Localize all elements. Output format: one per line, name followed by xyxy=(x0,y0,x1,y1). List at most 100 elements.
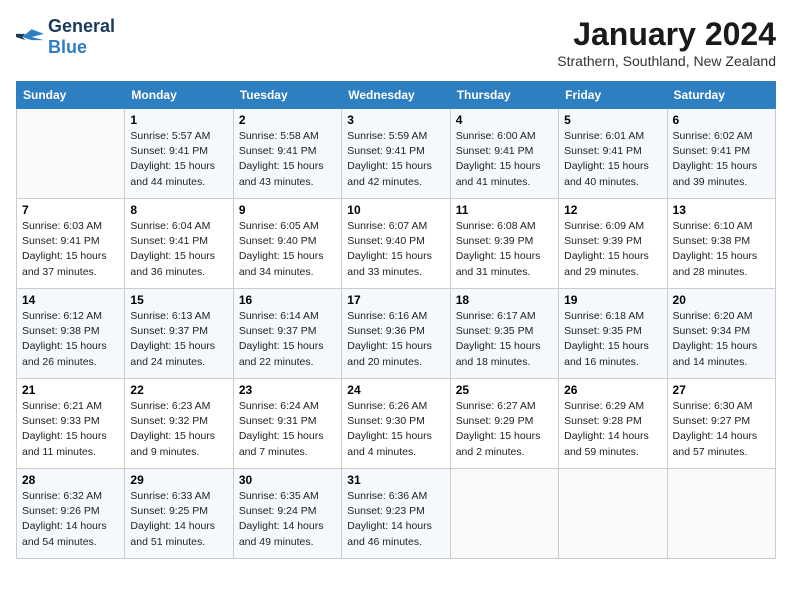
day-info: Sunrise: 6:02 AMSunset: 9:41 PMDaylight:… xyxy=(673,129,770,190)
day-number: 21 xyxy=(22,383,119,397)
day-info: Sunrise: 6:05 AMSunset: 9:40 PMDaylight:… xyxy=(239,219,336,280)
calendar-cell: 20Sunrise: 6:20 AMSunset: 9:34 PMDayligh… xyxy=(667,289,775,379)
calendar-cell: 21 Sunrise: 6:21 AMSunset: 9:33 PMDayligh… xyxy=(17,379,125,469)
calendar-cell xyxy=(450,469,558,559)
calendar-week-row: 21 Sunrise: 6:21 AMSunset: 9:33 PMDayligh… xyxy=(17,379,776,469)
day-info: Sunrise: 5:59 AMSunset: 9:41 PMDaylight:… xyxy=(347,129,444,190)
calendar-header: SundayMondayTuesdayWednesdayThursdayFrid… xyxy=(17,82,776,109)
day-info: Sunrise: 6:00 AMSunset: 9:41 PMDaylight:… xyxy=(456,129,553,190)
calendar-cell: 29 Sunrise: 6:33 AMSunset: 9:25 PMDayligh… xyxy=(125,469,233,559)
calendar-cell: 26 Sunrise: 6:29 AMSunset: 9:28 PMDayligh… xyxy=(559,379,667,469)
day-number: 19 xyxy=(564,293,661,307)
day-number: 3 xyxy=(347,113,444,127)
calendar-cell: 4Sunrise: 6:00 AMSunset: 9:41 PMDaylight… xyxy=(450,109,558,199)
day-info: Sunrise: 6:09 AMSunset: 9:39 PMDaylight:… xyxy=(564,219,661,280)
day-info: Sunrise: 6:08 AMSunset: 9:39 PMDaylight:… xyxy=(456,219,553,280)
calendar-cell: 25Sunrise: 6:27 AMSunset: 9:29 PMDayligh… xyxy=(450,379,558,469)
day-number: 28 xyxy=(22,473,119,487)
day-number: 15 xyxy=(130,293,227,307)
calendar-table: SundayMondayTuesdayWednesdayThursdayFrid… xyxy=(16,81,776,559)
calendar-cell: 22 Sunrise: 6:23 AMSunset: 9:32 PMDayligh… xyxy=(125,379,233,469)
day-number: 7 xyxy=(22,203,119,217)
day-info: Sunrise: 6:07 AMSunset: 9:40 PMDaylight:… xyxy=(347,219,444,280)
day-number: 16 xyxy=(239,293,336,307)
calendar-cell: 14 Sunrise: 6:12 AMSunset: 9:38 PMDayligh… xyxy=(17,289,125,379)
day-number: 6 xyxy=(673,113,770,127)
day-number: 25 xyxy=(456,383,553,397)
calendar-cell: 8 Sunrise: 6:04 AMSunset: 9:41 PMDaylight… xyxy=(125,199,233,289)
calendar-cell: 17 Sunrise: 6:16 AMSunset: 9:36 PMDayligh… xyxy=(342,289,450,379)
calendar-day-header: Saturday xyxy=(667,82,775,109)
day-number: 5 xyxy=(564,113,661,127)
day-info: Sunrise: 6:13 AMSunset: 9:37 PMDaylight:… xyxy=(130,309,227,370)
title-block: January 2024 Strathern, Southland, New Z… xyxy=(557,16,776,69)
day-number: 26 xyxy=(564,383,661,397)
day-number: 30 xyxy=(239,473,336,487)
day-info: Sunrise: 6:04 AMSunset: 9:41 PMDaylight:… xyxy=(130,219,227,280)
logo-bird-icon xyxy=(16,26,44,48)
day-info: Sunrise: 6:14 AMSunset: 9:37 PMDaylight:… xyxy=(239,309,336,370)
calendar-cell xyxy=(667,469,775,559)
day-info: Sunrise: 6:23 AMSunset: 9:32 PMDaylight:… xyxy=(130,399,227,460)
calendar-cell: 12Sunrise: 6:09 AMSunset: 9:39 PMDayligh… xyxy=(559,199,667,289)
calendar-cell: 28 Sunrise: 6:32 AMSunset: 9:26 PMDayligh… xyxy=(17,469,125,559)
calendar-cell: 3 Sunrise: 5:59 AMSunset: 9:41 PMDaylight… xyxy=(342,109,450,199)
day-number: 8 xyxy=(130,203,227,217)
calendar-week-row: 28 Sunrise: 6:32 AMSunset: 9:26 PMDayligh… xyxy=(17,469,776,559)
day-number: 9 xyxy=(239,203,336,217)
day-number: 23 xyxy=(239,383,336,397)
calendar-week-row: 1 Sunrise: 5:57 AMSunset: 9:41 PMDaylight… xyxy=(17,109,776,199)
calendar-cell: 16 Sunrise: 6:14 AMSunset: 9:37 PMDayligh… xyxy=(233,289,341,379)
day-info: Sunrise: 6:12 AMSunset: 9:38 PMDaylight:… xyxy=(22,309,119,370)
day-info: Sunrise: 5:57 AMSunset: 9:41 PMDaylight:… xyxy=(130,129,227,190)
calendar-day-header: Friday xyxy=(559,82,667,109)
day-info: Sunrise: 6:29 AMSunset: 9:28 PMDaylight:… xyxy=(564,399,661,460)
page-header: General Blue January 2024 Strathern, Sou… xyxy=(16,16,776,69)
calendar-cell xyxy=(17,109,125,199)
calendar-cell: 15 Sunrise: 6:13 AMSunset: 9:37 PMDayligh… xyxy=(125,289,233,379)
calendar-body: 1 Sunrise: 5:57 AMSunset: 9:41 PMDaylight… xyxy=(17,109,776,559)
calendar-cell: 1 Sunrise: 5:57 AMSunset: 9:41 PMDaylight… xyxy=(125,109,233,199)
calendar-cell: 27Sunrise: 6:30 AMSunset: 9:27 PMDayligh… xyxy=(667,379,775,469)
calendar-day-header: Tuesday xyxy=(233,82,341,109)
day-number: 1 xyxy=(130,113,227,127)
logo-text: General Blue xyxy=(48,16,115,57)
subtitle: Strathern, Southland, New Zealand xyxy=(557,53,776,69)
day-info: Sunrise: 5:58 AMSunset: 9:41 PMDaylight:… xyxy=(239,129,336,190)
calendar-cell: 31Sunrise: 6:36 AMSunset: 9:23 PMDayligh… xyxy=(342,469,450,559)
day-info: Sunrise: 6:18 AMSunset: 9:35 PMDaylight:… xyxy=(564,309,661,370)
calendar-cell xyxy=(559,469,667,559)
day-number: 17 xyxy=(347,293,444,307)
calendar-cell: 10Sunrise: 6:07 AMSunset: 9:40 PMDayligh… xyxy=(342,199,450,289)
day-number: 29 xyxy=(130,473,227,487)
calendar-cell: 7 Sunrise: 6:03 AMSunset: 9:41 PMDaylight… xyxy=(17,199,125,289)
day-number: 11 xyxy=(456,203,553,217)
logo: General Blue xyxy=(16,16,115,57)
day-info: Sunrise: 6:24 AMSunset: 9:31 PMDaylight:… xyxy=(239,399,336,460)
calendar-cell: 13Sunrise: 6:10 AMSunset: 9:38 PMDayligh… xyxy=(667,199,775,289)
day-number: 14 xyxy=(22,293,119,307)
day-number: 24 xyxy=(347,383,444,397)
day-info: Sunrise: 6:16 AMSunset: 9:36 PMDaylight:… xyxy=(347,309,444,370)
day-info: Sunrise: 6:20 AMSunset: 9:34 PMDaylight:… xyxy=(673,309,770,370)
calendar-cell: 18Sunrise: 6:17 AMSunset: 9:35 PMDayligh… xyxy=(450,289,558,379)
calendar-cell: 23 Sunrise: 6:24 AMSunset: 9:31 PMDayligh… xyxy=(233,379,341,469)
calendar-cell: 9 Sunrise: 6:05 AMSunset: 9:40 PMDaylight… xyxy=(233,199,341,289)
day-number: 2 xyxy=(239,113,336,127)
calendar-week-row: 14 Sunrise: 6:12 AMSunset: 9:38 PMDayligh… xyxy=(17,289,776,379)
day-info: Sunrise: 6:36 AMSunset: 9:23 PMDaylight:… xyxy=(347,489,444,550)
day-info: Sunrise: 6:32 AMSunset: 9:26 PMDaylight:… xyxy=(22,489,119,550)
day-info: Sunrise: 6:33 AMSunset: 9:25 PMDaylight:… xyxy=(130,489,227,550)
day-number: 22 xyxy=(130,383,227,397)
day-info: Sunrise: 6:03 AMSunset: 9:41 PMDaylight:… xyxy=(22,219,119,280)
calendar-day-header: Monday xyxy=(125,82,233,109)
day-info: Sunrise: 6:17 AMSunset: 9:35 PMDaylight:… xyxy=(456,309,553,370)
calendar-day-header: Thursday xyxy=(450,82,558,109)
calendar-cell: 5 Sunrise: 6:01 AMSunset: 9:41 PMDaylight… xyxy=(559,109,667,199)
calendar-cell: 24Sunrise: 6:26 AMSunset: 9:30 PMDayligh… xyxy=(342,379,450,469)
day-info: Sunrise: 6:01 AMSunset: 9:41 PMDaylight:… xyxy=(564,129,661,190)
calendar-cell: 30Sunrise: 6:35 AMSunset: 9:24 PMDayligh… xyxy=(233,469,341,559)
day-number: 13 xyxy=(673,203,770,217)
day-info: Sunrise: 6:21 AMSunset: 9:33 PMDaylight:… xyxy=(22,399,119,460)
calendar-cell: 11 Sunrise: 6:08 AMSunset: 9:39 PMDayligh… xyxy=(450,199,558,289)
